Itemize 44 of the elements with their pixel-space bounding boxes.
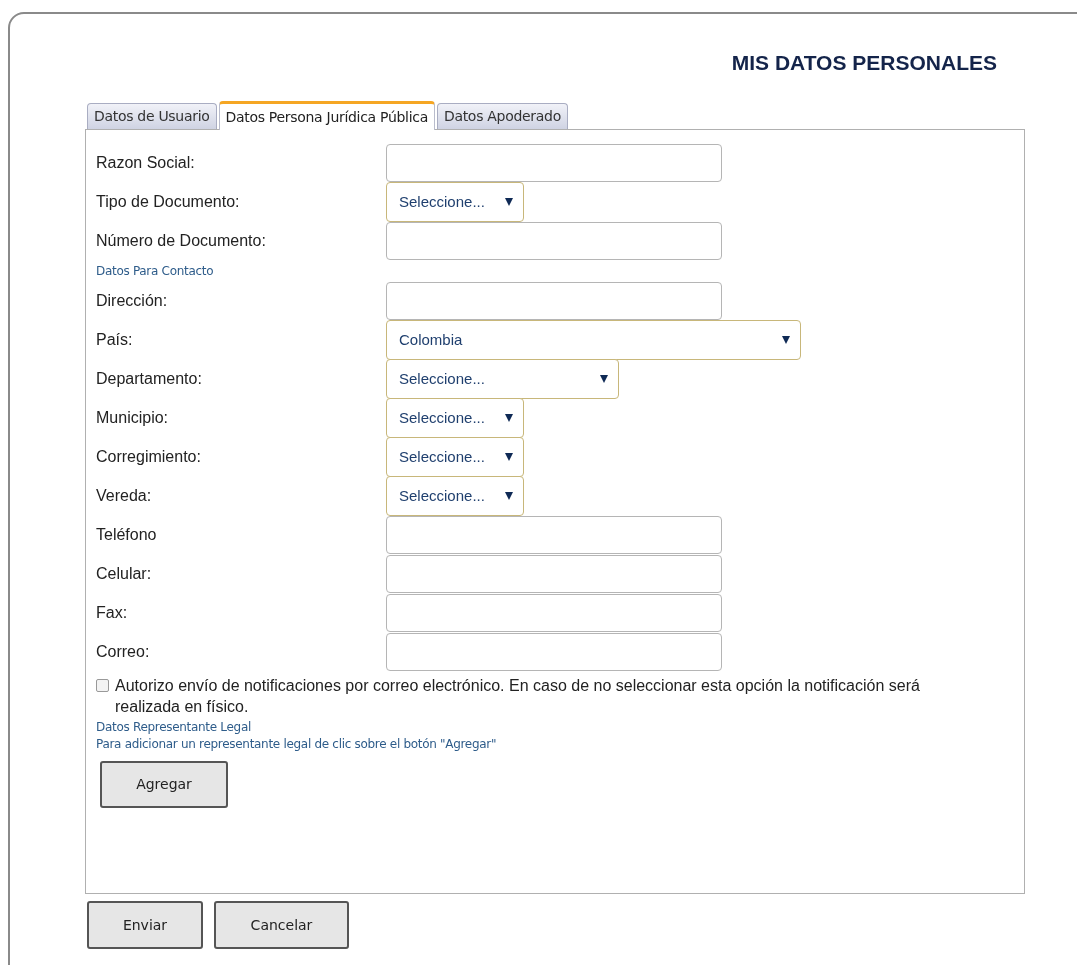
- select-dropdown[interactable]: Seleccione...: [386, 476, 524, 516]
- field-label: Departamento:: [96, 369, 203, 389]
- dropdown-caret-icon: [505, 414, 513, 422]
- form-button[interactable]: Enviar: [87, 901, 203, 949]
- field-label: Correo:: [96, 642, 151, 662]
- tab[interactable]: Datos Apoderado: [436, 103, 568, 129]
- dropdown-caret-icon: [505, 453, 513, 461]
- text-field[interactable]: [386, 516, 722, 554]
- select-dropdown[interactable]: Seleccione...: [386, 359, 619, 399]
- text-field[interactable]: [386, 222, 722, 260]
- dropdown-caret-icon: [782, 336, 790, 344]
- section-caption: Datos Representante Legal: [96, 719, 253, 736]
- hint-text: Para adicionar un representante legal de clic sobre el botón "Agregar": [96, 736, 498, 753]
- field-label: Vereda:: [96, 486, 153, 506]
- text-field[interactable]: [386, 555, 722, 593]
- section-caption: Datos Para Contacto: [96, 263, 214, 280]
- form-button[interactable]: Cancelar: [214, 901, 349, 949]
- dropdown-caret-icon: [505, 492, 513, 500]
- select-dropdown[interactable]: Colombia: [386, 320, 801, 360]
- consent-checkbox[interactable]: [96, 679, 109, 692]
- tab[interactable]: Datos Persona Jurídica Pública: [218, 101, 435, 130]
- text-field[interactable]: [386, 633, 722, 671]
- add-button[interactable]: Agregar: [100, 761, 228, 808]
- field-label: Número de Documento:: [96, 231, 267, 251]
- field-label: Teléfono: [96, 525, 158, 545]
- dropdown-caret-icon: [600, 375, 608, 383]
- select-dropdown[interactable]: Seleccione...: [386, 398, 524, 438]
- field-label: Municipio:: [96, 408, 170, 428]
- field-label: Razon Social:: [96, 153, 196, 173]
- field-label: Tipo de Documento:: [96, 192, 241, 212]
- field-label: Celular:: [96, 564, 153, 584]
- dropdown-caret-icon: [505, 198, 513, 206]
- consent-text: Autorizo envío de notificaciones por correo electrónico. En caso de no seleccionar esta opción la notificación será realizada en físico.: [115, 676, 921, 717]
- tab[interactable]: Datos de Usuario: [87, 103, 217, 129]
- field-label: Fax:: [96, 603, 129, 623]
- field-label: País:: [96, 330, 134, 350]
- page-title: MIS DATOS PERSONALES: [731, 50, 997, 77]
- text-field[interactable]: [386, 594, 722, 632]
- field-label: Dirección:: [96, 291, 169, 311]
- select-dropdown[interactable]: Seleccione...: [386, 182, 524, 222]
- field-label: Corregimiento:: [96, 447, 202, 467]
- text-field[interactable]: [386, 282, 722, 320]
- text-field[interactable]: [386, 144, 722, 182]
- select-dropdown[interactable]: Seleccione...: [386, 437, 524, 477]
